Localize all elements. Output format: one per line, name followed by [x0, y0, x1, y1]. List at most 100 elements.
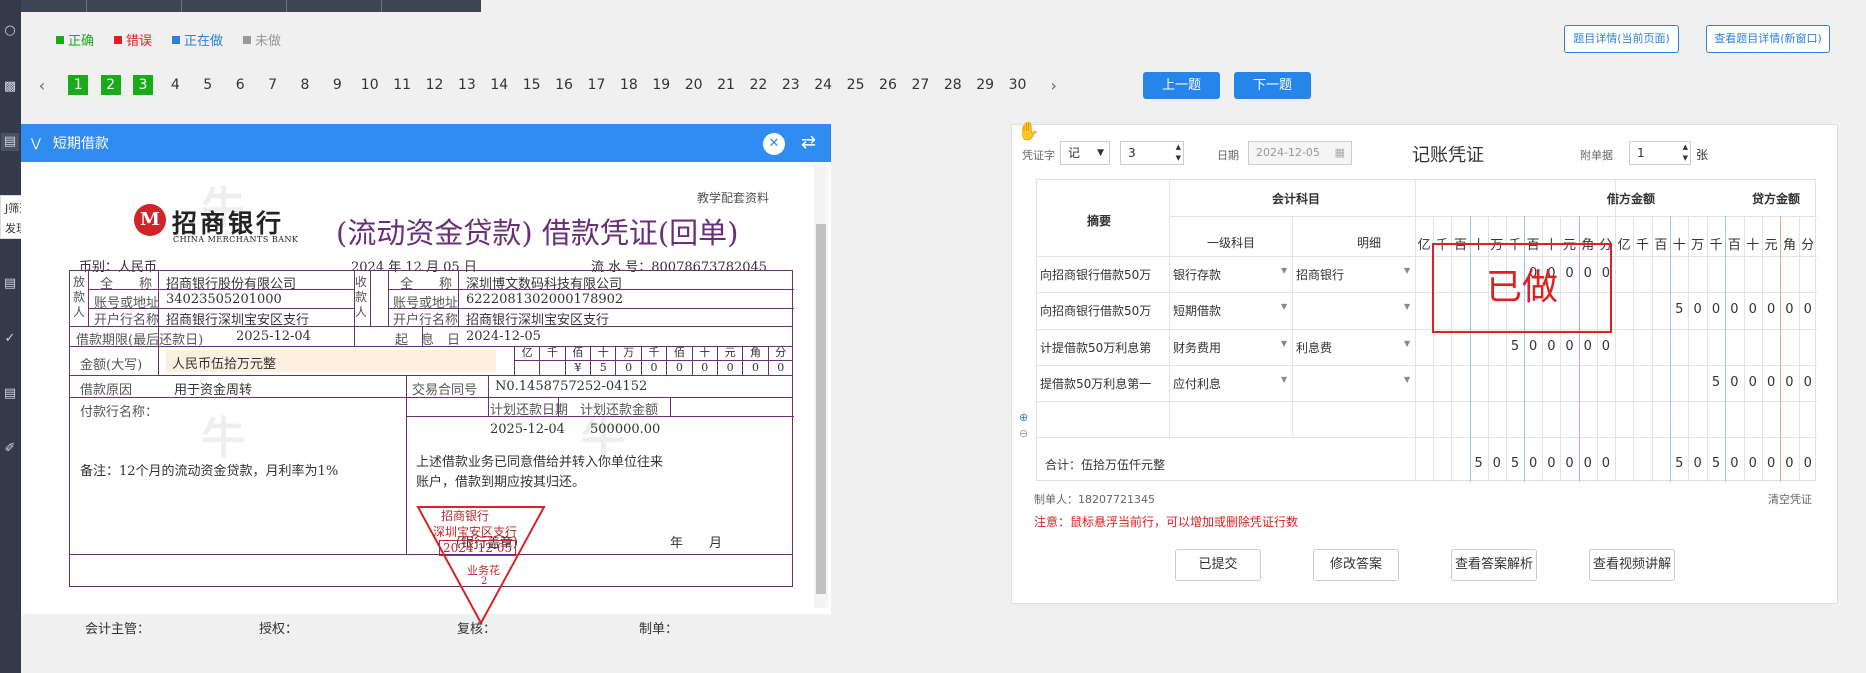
clear-voucher-link[interactable]: 清空凭证: [1768, 491, 1812, 507]
clipboard-icon[interactable]: ▤: [1, 275, 19, 293]
credit-digit[interactable]: 0: [1707, 302, 1725, 317]
question-6[interactable]: 6: [224, 77, 256, 93]
dropdown-arrow-icon[interactable]: ▼: [1404, 339, 1410, 348]
panel-header: ⋁ 短期借款 ✕ ⇄: [21, 124, 831, 162]
dropdown-arrow-icon[interactable]: ▼: [1404, 302, 1410, 311]
credit-digit[interactable]: 0: [1799, 302, 1817, 317]
remove-row-icon[interactable]: ⊖: [1019, 427, 1028, 440]
attachment-stepper[interactable]: 1 ▲ ▼: [1629, 141, 1691, 165]
question-8[interactable]: 8: [289, 77, 321, 93]
dropdown-arrow-icon[interactable]: ▼: [1281, 302, 1287, 311]
credit-digit[interactable]: 0: [1744, 302, 1762, 317]
question-2[interactable]: 2: [94, 75, 126, 95]
question-5[interactable]: 5: [192, 77, 224, 93]
payee-bank: 招商银行深圳宝安区支行: [466, 313, 610, 328]
date-field[interactable]: 2024-12-05 ▦: [1248, 141, 1352, 165]
question-19[interactable]: 19: [645, 77, 677, 93]
question-22[interactable]: 22: [742, 77, 774, 93]
question-17[interactable]: 17: [580, 77, 612, 93]
question-11[interactable]: 11: [386, 77, 418, 93]
question-1[interactable]: 1: [62, 75, 94, 95]
debit-digit[interactable]: 0: [1579, 339, 1597, 354]
dropdown-arrow-icon[interactable]: ▼: [1281, 375, 1287, 384]
question-30[interactable]: 30: [1001, 77, 1033, 93]
question-10[interactable]: 10: [354, 77, 386, 93]
view-video-button[interactable]: 查看视频讲解: [1589, 549, 1675, 581]
row-summary[interactable]: 向招商银行借款50万: [1040, 266, 1151, 283]
question-29[interactable]: 29: [969, 77, 1001, 93]
submitted-button[interactable]: 已提交: [1175, 549, 1261, 581]
voucher-word-select[interactable]: 记 ▼: [1060, 141, 1110, 165]
debit-digit[interactable]: 0: [1560, 339, 1578, 354]
swap-icon[interactable]: ⇄: [801, 132, 816, 153]
digit-value: 0: [726, 361, 734, 374]
question-28[interactable]: 28: [937, 77, 969, 93]
row-detail-subject[interactable]: 利息费: [1296, 339, 1332, 356]
credit-digit[interactable]: 0: [1799, 375, 1817, 390]
credit-digit[interactable]: 5: [1670, 302, 1688, 317]
question-24[interactable]: 24: [807, 77, 839, 93]
next-question-button[interactable]: 下一题: [1234, 72, 1311, 99]
question-7[interactable]: 7: [256, 77, 288, 93]
next-page-icon[interactable]: ›: [1042, 76, 1066, 95]
scrollbar[interactable]: [814, 164, 828, 608]
row-level1-subject[interactable]: 银行存款: [1173, 266, 1221, 283]
question-18[interactable]: 18: [613, 77, 645, 93]
credit-digit[interactable]: 0: [1780, 375, 1798, 390]
question-16[interactable]: 16: [548, 77, 580, 93]
prev-page-icon[interactable]: ‹: [30, 76, 54, 95]
question-13[interactable]: 13: [451, 77, 483, 93]
row-detail-subject[interactable]: 招商银行: [1296, 266, 1344, 283]
credit-digit[interactable]: 0: [1744, 375, 1762, 390]
credit-digit[interactable]: 0: [1725, 302, 1743, 317]
question-14[interactable]: 14: [483, 77, 515, 93]
bar-chart-icon[interactable]: ▩: [1, 78, 19, 96]
check-icon[interactable]: ✓: [1, 330, 19, 348]
detail-new-window-button[interactable]: 查看题目详情(新窗口): [1706, 25, 1830, 53]
question-4[interactable]: 4: [159, 77, 191, 93]
question-23[interactable]: 23: [775, 77, 807, 93]
debit-digit[interactable]: 0: [1524, 339, 1542, 354]
row-level1-subject[interactable]: 财务费用: [1173, 339, 1221, 356]
row-level1-subject[interactable]: 短期借款: [1173, 302, 1221, 319]
question-20[interactable]: 20: [677, 77, 709, 93]
dropdown-arrow-icon[interactable]: ▼: [1404, 375, 1410, 384]
row-summary[interactable]: 提借款50万利息第一: [1040, 375, 1151, 392]
voucher-number-stepper[interactable]: 3 ▲ ▼: [1120, 141, 1184, 165]
question-25[interactable]: 25: [839, 77, 871, 93]
question-26[interactable]: 26: [872, 77, 904, 93]
credit-digit[interactable]: 0: [1762, 375, 1780, 390]
question-15[interactable]: 15: [515, 77, 547, 93]
add-row-icon[interactable]: ⊕: [1019, 411, 1028, 424]
credit-digit[interactable]: 0: [1688, 302, 1706, 317]
question-12[interactable]: 12: [418, 77, 450, 93]
total-label: 合计：伍拾万伍仟元整: [1045, 458, 1166, 472]
row-level1-subject[interactable]: 应付利息: [1173, 375, 1221, 392]
dropdown-arrow-icon[interactable]: ▼: [1404, 266, 1410, 275]
dropdown-arrow-icon[interactable]: ▼: [1281, 339, 1287, 348]
prev-question-button[interactable]: 上一题: [1143, 72, 1220, 99]
credit-digit[interactable]: 5: [1707, 375, 1725, 390]
credit-digit[interactable]: 0: [1725, 375, 1743, 390]
close-icon[interactable]: ✕: [763, 133, 785, 155]
debit-digit[interactable]: 0: [1597, 339, 1615, 354]
question-27[interactable]: 27: [904, 77, 936, 93]
row-summary[interactable]: 计提借款50万利息第: [1040, 339, 1151, 356]
view-analysis-button[interactable]: 查看答案解析: [1451, 549, 1537, 581]
question-3[interactable]: 3: [127, 75, 159, 95]
nodes-icon[interactable]: ○: [1, 22, 19, 40]
brush-icon[interactable]: ✐: [1, 440, 19, 458]
credit-digit[interactable]: 0: [1762, 302, 1780, 317]
debit-digit[interactable]: 0: [1542, 339, 1560, 354]
document-icon[interactable]: ▤: [1, 133, 19, 151]
detail-current-button[interactable]: 题目详情(当前页面): [1564, 25, 1679, 53]
modify-answer-button[interactable]: 修改答案: [1313, 549, 1399, 581]
question-21[interactable]: 21: [710, 77, 742, 93]
row-summary[interactable]: 向招商银行借款50万: [1040, 302, 1151, 319]
question-9[interactable]: 9: [321, 77, 353, 93]
credit-digit[interactable]: 0: [1780, 302, 1798, 317]
collapse-icon[interactable]: ⋁: [31, 136, 41, 150]
dropdown-arrow-icon[interactable]: ▼: [1281, 266, 1287, 275]
debit-digit[interactable]: 5: [1506, 339, 1524, 354]
list-icon[interactable]: ▤: [1, 385, 19, 403]
